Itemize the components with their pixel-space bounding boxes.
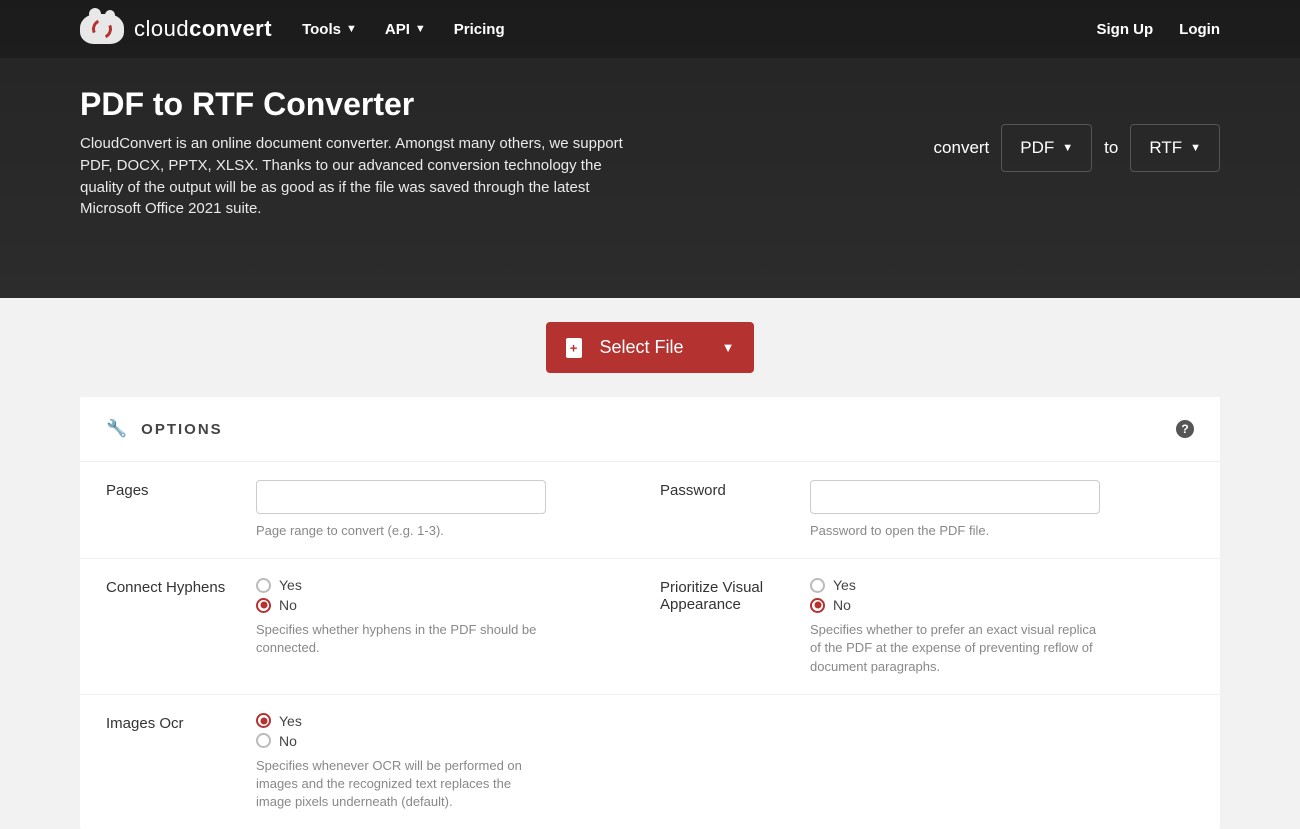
file-add-icon — [566, 338, 582, 358]
prioritize-visual-yes[interactable]: Yes — [810, 577, 1194, 593]
convert-label: convert — [934, 138, 990, 158]
to-label: to — [1104, 138, 1118, 158]
password-label: Password — [660, 480, 810, 540]
chevron-down-icon: ▼ — [415, 23, 426, 35]
password-help: Password to open the PDF file. — [810, 522, 1100, 540]
prioritize-visual-help: Specifies whether to prefer an exact vis… — [810, 621, 1100, 676]
nav-pricing[interactable]: Pricing — [454, 21, 505, 38]
select-file-button[interactable]: Select File ▼ — [546, 322, 755, 373]
password-input[interactable] — [810, 480, 1100, 514]
chevron-down-icon: ▼ — [346, 23, 357, 35]
page-title: PDF to RTF Converter — [80, 86, 640, 123]
options-panel: 🔧 OPTIONS ? Pages Page range to convert … — [80, 397, 1220, 829]
connect-hyphens-label: Connect Hyphens — [106, 577, 256, 676]
nav-signup[interactable]: Sign Up — [1097, 21, 1154, 38]
page-description: CloudConvert is an online document conve… — [80, 133, 640, 220]
brand-logo[interactable]: cloudconvert — [80, 14, 272, 44]
to-format-select[interactable]: RTF▼ — [1130, 124, 1220, 172]
nav-login[interactable]: Login — [1179, 21, 1220, 38]
images-ocr-yes[interactable]: Yes — [256, 713, 640, 729]
wrench-icon: 🔧 — [106, 419, 127, 439]
images-ocr-label: Images Ocr — [106, 713, 256, 812]
pages-help: Page range to convert (e.g. 1-3). — [256, 522, 546, 540]
pages-label: Pages — [106, 480, 256, 540]
connect-hyphens-yes[interactable]: Yes — [256, 577, 640, 593]
connect-hyphens-no[interactable]: No — [256, 597, 640, 613]
prioritize-visual-label: Prioritize Visual Appearance — [660, 577, 810, 676]
connect-hyphens-help: Specifies whether hyphens in the PDF sho… — [256, 621, 546, 657]
cloud-convert-icon — [80, 14, 124, 44]
options-title: OPTIONS — [141, 421, 1176, 438]
images-ocr-help: Specifies whenever OCR will be performed… — [256, 757, 546, 812]
nav-tools[interactable]: Tools▼ — [302, 21, 357, 38]
chevron-down-icon: ▼ — [1190, 142, 1201, 154]
chevron-down-icon: ▼ — [1062, 142, 1073, 154]
pages-input[interactable] — [256, 480, 546, 514]
prioritize-visual-no[interactable]: No — [810, 597, 1194, 613]
brand-text: cloudconvert — [134, 16, 272, 42]
nav-api[interactable]: API▼ — [385, 21, 426, 38]
from-format-select[interactable]: PDF▼ — [1001, 124, 1092, 172]
images-ocr-no[interactable]: No — [256, 733, 640, 749]
help-icon[interactable]: ? — [1176, 420, 1194, 438]
chevron-down-icon: ▼ — [722, 340, 735, 355]
